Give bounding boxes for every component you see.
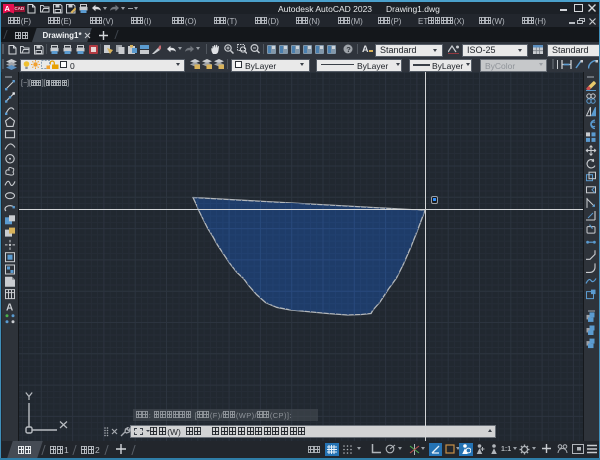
svg-text:?: ? [346,45,351,54]
svg-text:A: A [6,302,13,313]
